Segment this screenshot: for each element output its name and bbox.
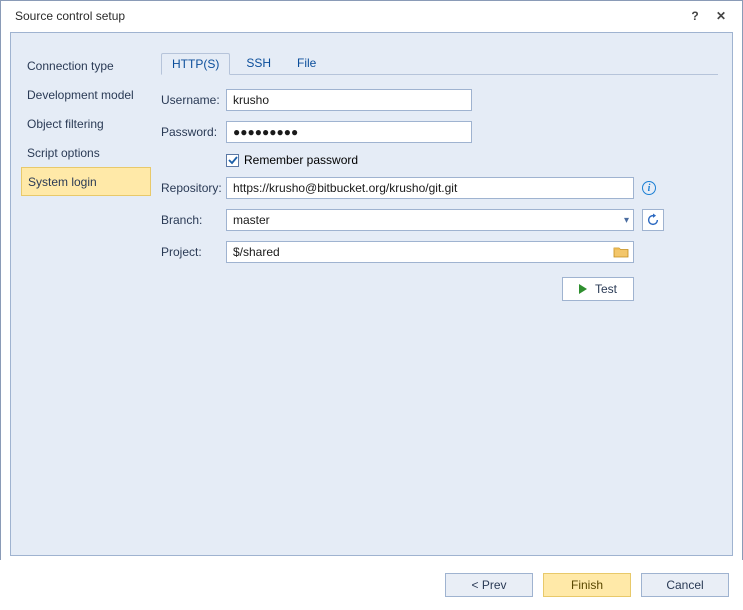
password-input[interactable] [226, 121, 472, 143]
content-pane: Connection type Development model Object… [10, 32, 733, 556]
browse-folder-button[interactable] [613, 245, 629, 259]
sidebar-item-label: Development model [27, 88, 134, 102]
wizard-sidebar: Connection type Development model Object… [21, 51, 151, 196]
username-label: Username: [161, 93, 226, 107]
checkbox-icon [226, 154, 239, 167]
password-label: Password: [161, 125, 226, 139]
sidebar-item-system-login[interactable]: System login [21, 167, 151, 196]
title-bar: Source control setup ? ✕ [1, 1, 742, 31]
tab-label: HTTP(S) [172, 57, 219, 71]
username-input[interactable] [226, 89, 472, 111]
folder-icon [613, 245, 629, 259]
close-icon[interactable]: ✕ [710, 5, 732, 27]
tab-file[interactable]: File [287, 52, 326, 74]
sidebar-item-label: Connection type [27, 59, 114, 73]
button-label: < Prev [471, 578, 506, 592]
chevron-down-icon: ▾ [624, 215, 629, 226]
help-icon[interactable]: ? [684, 5, 706, 27]
button-label: Finish [571, 578, 603, 592]
tab-https[interactable]: HTTP(S) [161, 53, 230, 75]
project-label: Project: [161, 245, 226, 259]
cancel-button[interactable]: Cancel [641, 573, 729, 597]
sidebar-item-label: System login [28, 175, 97, 189]
footer-bar: < Prev Finish Cancel [0, 560, 743, 610]
project-field: $/shared [226, 241, 634, 263]
play-icon [579, 284, 587, 294]
finish-button[interactable]: Finish [543, 573, 631, 597]
sidebar-item-label: Script options [27, 146, 100, 160]
tab-ssh[interactable]: SSH [236, 52, 281, 74]
repository-label: Repository: [161, 181, 226, 195]
tab-label: File [297, 56, 316, 70]
sidebar-item-development-model[interactable]: Development model [21, 80, 151, 109]
remember-password-checkbox[interactable]: Remember password [226, 153, 358, 167]
sidebar-item-connection-type[interactable]: Connection type [21, 51, 151, 80]
prev-button[interactable]: < Prev [445, 573, 533, 597]
remember-password-label: Remember password [244, 153, 358, 167]
branch-value: master [233, 213, 624, 227]
branch-select[interactable]: master ▾ [226, 209, 634, 231]
main-form: HTTP(S) SSH File Username: Password: Rem… [161, 51, 718, 301]
branch-label: Branch: [161, 213, 226, 227]
button-label: Cancel [666, 578, 703, 592]
repository-input[interactable] [226, 177, 634, 199]
sidebar-item-label: Object filtering [27, 117, 104, 131]
sidebar-item-script-options[interactable]: Script options [21, 138, 151, 167]
refresh-button[interactable] [642, 209, 664, 231]
dialog-title: Source control setup [15, 9, 680, 23]
info-icon[interactable]: i [642, 181, 656, 195]
test-button[interactable]: Test [562, 277, 634, 301]
refresh-icon [646, 213, 660, 227]
project-value: $/shared [233, 245, 613, 259]
test-label: Test [595, 282, 617, 296]
tab-label: SSH [246, 56, 271, 70]
protocol-tabs: HTTP(S) SSH File [161, 51, 718, 75]
sidebar-item-object-filtering[interactable]: Object filtering [21, 109, 151, 138]
